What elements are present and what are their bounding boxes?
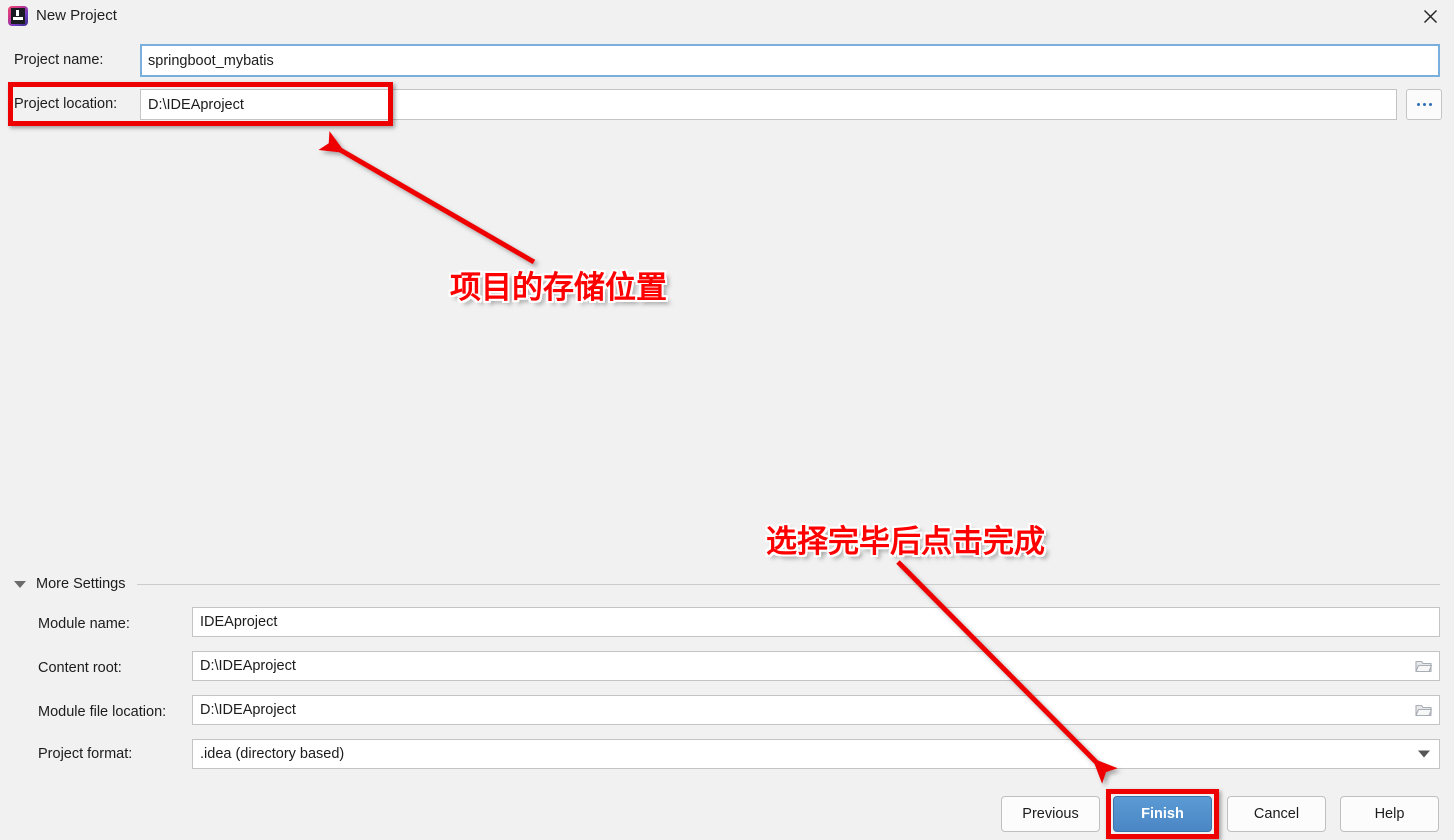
project-format-select[interactable]: .idea (directory based) — [192, 739, 1440, 769]
finish-button[interactable]: Finish — [1113, 796, 1212, 832]
section-divider — [137, 583, 1440, 585]
annotation-arrow-to-project-location — [318, 130, 536, 265]
window-title: New Project — [36, 7, 117, 24]
more-settings-label: More Settings — [36, 576, 126, 592]
project-format-label: Project format: — [38, 746, 133, 762]
annotation-note-click-finish: 选择完毕后点击完成 — [766, 524, 1045, 560]
module-name-label: Module name: — [38, 616, 130, 632]
help-button[interactable]: Help — [1340, 796, 1439, 832]
cancel-button[interactable]: Cancel — [1227, 796, 1326, 832]
content-root-label: Content root: — [38, 660, 122, 676]
project-location-input[interactable]: D:\IDEAproject — [140, 89, 1397, 120]
intellij-idea-icon — [8, 6, 28, 26]
title-bar: New Project — [0, 0, 1454, 33]
chevron-down-icon[interactable] — [14, 580, 26, 588]
module-name-input[interactable]: IDEAproject — [192, 607, 1440, 637]
annotation-note-storage-location: 项目的存储位置 — [450, 270, 667, 306]
project-name-label: Project name: — [14, 52, 104, 68]
ellipsis-dot — [1416, 103, 1420, 106]
module-file-location-input[interactable]: D:\IDEAproject — [192, 695, 1440, 725]
ellipsis-dot — [1428, 103, 1432, 106]
project-location-label: Project location: — [14, 96, 118, 112]
chevron-down-icon[interactable] — [1418, 750, 1430, 758]
ellipsis-dot — [1422, 103, 1426, 106]
browse-button[interactable] — [1406, 89, 1442, 120]
close-icon[interactable] — [1406, 0, 1454, 33]
folder-icon[interactable] — [1415, 703, 1432, 717]
more-settings-header[interactable]: More Settings — [14, 576, 1440, 592]
content-root-input[interactable]: D:\IDEAproject — [192, 651, 1440, 681]
previous-button[interactable]: Previous — [1001, 796, 1100, 832]
module-file-location-label: Module file location: — [38, 704, 167, 720]
new-project-dialog: New Project Project name: springboot_myb… — [0, 0, 1454, 840]
project-name-input[interactable]: springboot_mybatis — [140, 44, 1440, 77]
folder-icon[interactable] — [1415, 659, 1432, 673]
